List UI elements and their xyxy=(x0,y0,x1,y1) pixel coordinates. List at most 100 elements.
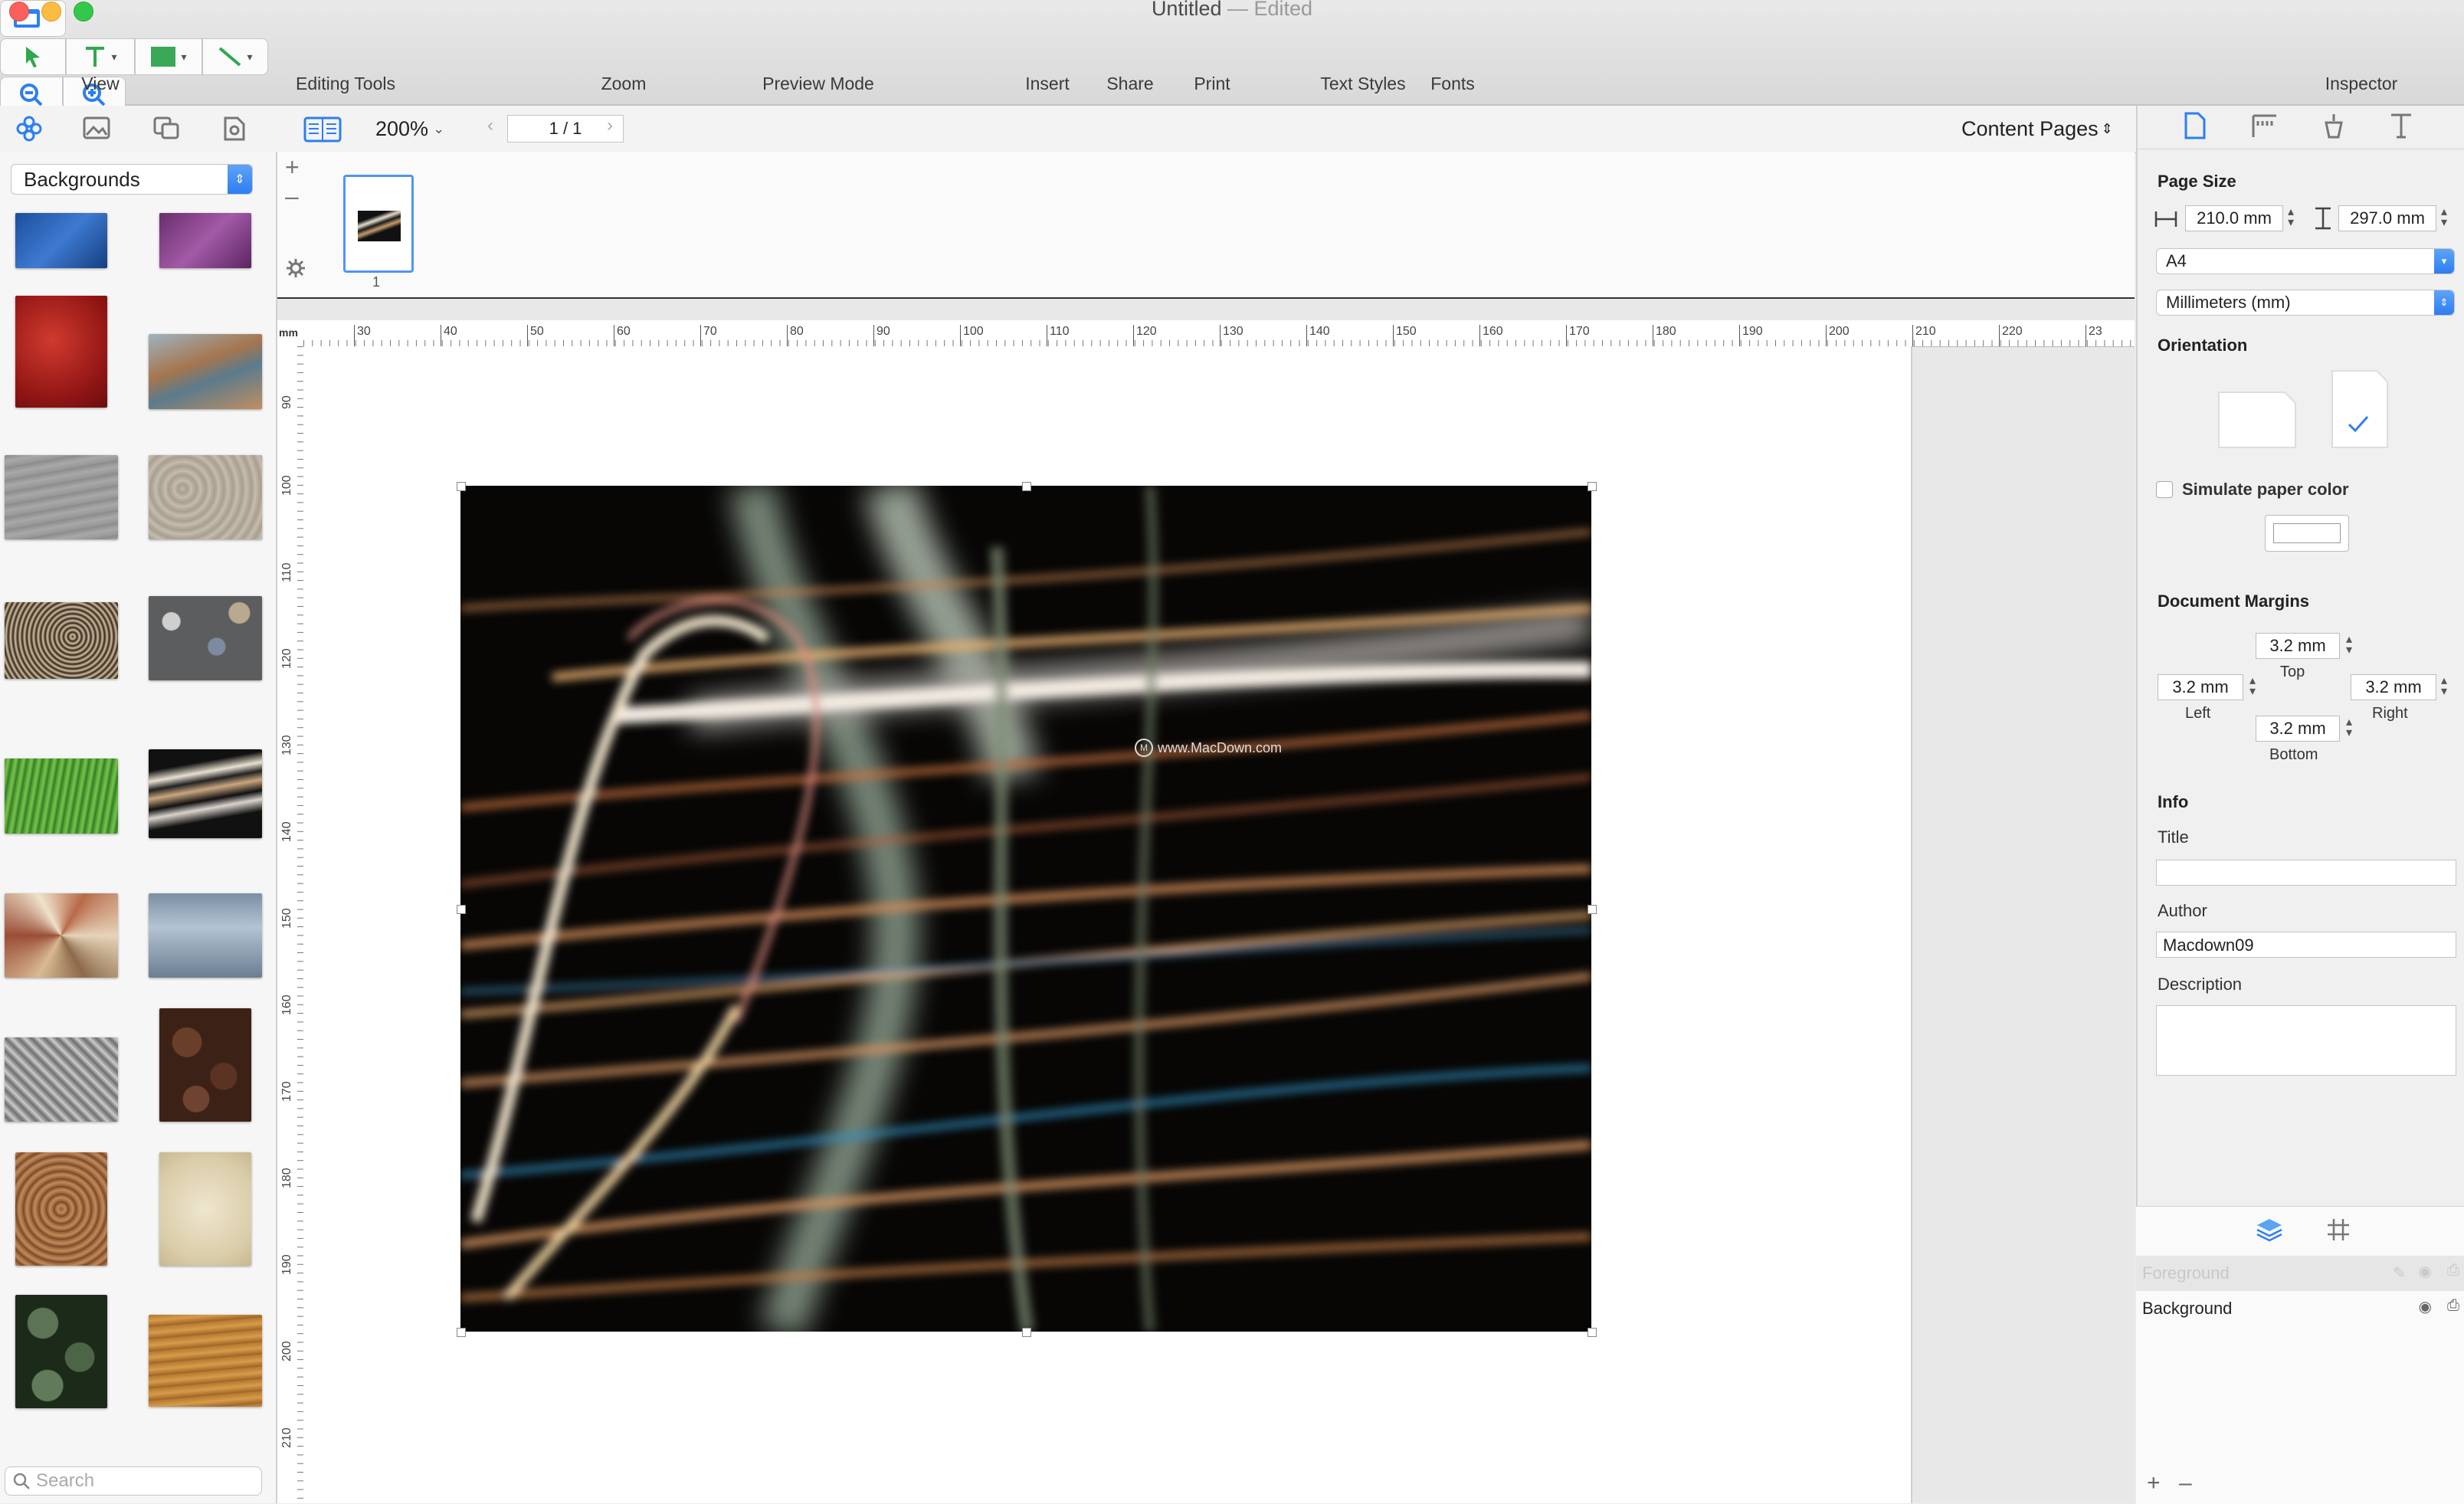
chevron-down-icon: ▾ xyxy=(2434,249,2454,274)
layout-inspector-icon[interactable] xyxy=(2251,113,2279,139)
zoom-label: Zoom xyxy=(601,74,647,93)
background-image[interactable]: M www.MacDown.com xyxy=(460,486,1591,1332)
page-thumbnail[interactable] xyxy=(343,175,414,273)
paper-color-swatch xyxy=(2273,523,2341,543)
layers-icon[interactable] xyxy=(2256,1217,2283,1242)
width-stepper[interactable]: ▴ ▾ xyxy=(2288,206,2294,229)
margin-bottom-field[interactable]: 3.2 mm xyxy=(2256,716,2340,742)
background-thumbnail[interactable] xyxy=(149,749,262,838)
margin-bottom-stepper[interactable]: ▴ ▾ xyxy=(2346,716,2352,739)
rectangle-icon xyxy=(151,47,176,67)
margin-right-field[interactable]: 3.2 mm xyxy=(2351,674,2436,700)
image-library-icon[interactable] xyxy=(83,116,110,141)
title-field[interactable] xyxy=(2156,860,2456,886)
editing-tools: ▾ ▾ ▾ xyxy=(0,38,2464,77)
background-thumbnail[interactable] xyxy=(5,455,118,539)
page-height-field[interactable]: 297.0 mm xyxy=(2338,205,2436,231)
next-page-button[interactable]: › xyxy=(607,115,613,136)
content-pages-select[interactable]: Content Pages ⇕ xyxy=(1961,115,2113,143)
text-styles-label: Text Styles xyxy=(1320,74,1406,93)
background-thumbnail[interactable] xyxy=(159,1008,251,1122)
printer-icon[interactable]: ⎙ xyxy=(2447,1262,2459,1280)
zoom-select[interactable]: 200% ⌄ xyxy=(375,113,444,144)
grid-icon[interactable] xyxy=(2326,1217,2351,1242)
gear-icon[interactable] xyxy=(285,257,306,279)
resize-handle[interactable] xyxy=(1588,482,1597,491)
eye-icon[interactable]: ◉ xyxy=(2419,1262,2432,1281)
portrait-orientation-option[interactable] xyxy=(2331,369,2389,449)
book-view-icon[interactable] xyxy=(303,116,342,143)
margin-right-stepper[interactable]: ▴ ▾ xyxy=(2441,675,2447,698)
margin-left-stepper[interactable]: ▴ ▾ xyxy=(2249,675,2256,698)
resize-handle[interactable] xyxy=(1588,905,1597,914)
shape-tool-button[interactable]: ▾ xyxy=(135,38,202,75)
simulate-paper-color-checkbox[interactable]: Simulate paper color xyxy=(2156,480,2349,500)
background-thumbnail[interactable] xyxy=(5,1037,118,1122)
background-thumbnail[interactable] xyxy=(149,455,262,539)
templates-library-icon[interactable] xyxy=(222,115,247,143)
resize-handle[interactable] xyxy=(457,905,466,914)
print-label: Print xyxy=(1194,74,1230,93)
add-page-button[interactable]: + xyxy=(285,153,300,182)
page-edge xyxy=(1911,346,1912,1503)
author-field[interactable]: Macdown09 xyxy=(2156,932,2456,958)
style-inspector-icon[interactable] xyxy=(2320,112,2348,139)
units-value: Millimeters (mm) xyxy=(2166,293,2291,312)
background-thumbnail[interactable] xyxy=(5,893,118,978)
resize-handle[interactable] xyxy=(1022,1328,1031,1337)
height-stepper[interactable]: ▴ ▾ xyxy=(2441,206,2447,229)
background-thumbnail[interactable] xyxy=(15,1152,107,1266)
ruler-tick-label: 90 xyxy=(873,325,890,346)
resize-handle[interactable] xyxy=(1588,1328,1597,1337)
preview-mode-label: Preview Mode xyxy=(762,74,874,93)
resize-handle[interactable] xyxy=(1022,482,1031,491)
resize-handle[interactable] xyxy=(457,1328,466,1337)
text-tool-button[interactable]: ▾ xyxy=(66,38,135,75)
remove-page-button[interactable]: – xyxy=(285,182,299,211)
chevron-updown-icon: ⇕ xyxy=(2101,120,2113,136)
ruler-tick-label: 120 xyxy=(280,648,293,669)
margin-top-stepper[interactable]: ▴ ▾ xyxy=(2346,634,2352,657)
background-thumbnail[interactable] xyxy=(15,296,107,408)
description-field[interactable] xyxy=(2156,1005,2456,1076)
add-layer-button[interactable]: + xyxy=(2147,1470,2161,1496)
background-thumbnail[interactable] xyxy=(5,602,118,679)
background-thumbnail[interactable] xyxy=(15,1295,107,1408)
search-input[interactable]: Search xyxy=(5,1466,262,1496)
select-tool-button[interactable] xyxy=(0,38,66,75)
text-inspector-icon[interactable] xyxy=(2389,112,2413,139)
flower-icon[interactable] xyxy=(15,115,43,143)
backgrounds-sidebar: Backgrounds ⇕ Search xyxy=(0,152,277,1503)
layer-row-background[interactable]: Background ◉ ⎙ xyxy=(2136,1291,2464,1326)
shapes-library-icon[interactable] xyxy=(153,116,181,141)
paper-color-well[interactable] xyxy=(2265,515,2349,552)
background-thumbnail[interactable] xyxy=(15,213,107,268)
eye-icon[interactable]: ◉ xyxy=(2419,1297,2432,1316)
remove-layer-button[interactable]: – xyxy=(2179,1470,2192,1496)
previous-page-button[interactable]: ‹ xyxy=(487,115,493,136)
backgrounds-category-select[interactable]: Backgrounds ⇕ xyxy=(11,164,253,195)
background-thumbnail[interactable] xyxy=(159,213,251,268)
margin-left-field[interactable]: 3.2 mm xyxy=(2158,674,2243,700)
background-thumbnail[interactable] xyxy=(5,759,118,834)
pencil-icon[interactable]: ✎ xyxy=(2393,1263,2406,1283)
document-inspector-icon[interactable] xyxy=(2184,112,2207,139)
ruler-tick-label: 170 xyxy=(1566,325,1590,346)
watermark-logo-icon: M xyxy=(1135,739,1153,757)
paper-size-select[interactable]: A4 ▾ xyxy=(2156,248,2455,274)
background-thumbnail[interactable] xyxy=(149,893,262,978)
margin-top-field[interactable]: 3.2 mm xyxy=(2256,633,2340,659)
resize-handle[interactable] xyxy=(457,482,466,491)
background-thumbnail[interactable] xyxy=(149,1315,262,1407)
checkbox[interactable] xyxy=(2156,481,2173,498)
layer-row-foreground[interactable]: Foreground ✎ ◉ ⎙ xyxy=(2136,1256,2464,1291)
units-select[interactable]: Millimeters (mm) ⇕ xyxy=(2156,290,2455,316)
page-width-field[interactable]: 210.0 mm xyxy=(2185,205,2283,231)
printer-icon[interactable]: ⎙ xyxy=(2447,1297,2459,1315)
background-thumbnail[interactable] xyxy=(149,334,262,409)
line-tool-button[interactable]: ▾ xyxy=(202,38,268,75)
background-thumbnail[interactable] xyxy=(159,1152,251,1266)
landscape-orientation-option[interactable] xyxy=(2217,391,2297,449)
ruler-tick-label: 190 xyxy=(1739,325,1763,346)
background-thumbnail[interactable] xyxy=(149,596,262,680)
